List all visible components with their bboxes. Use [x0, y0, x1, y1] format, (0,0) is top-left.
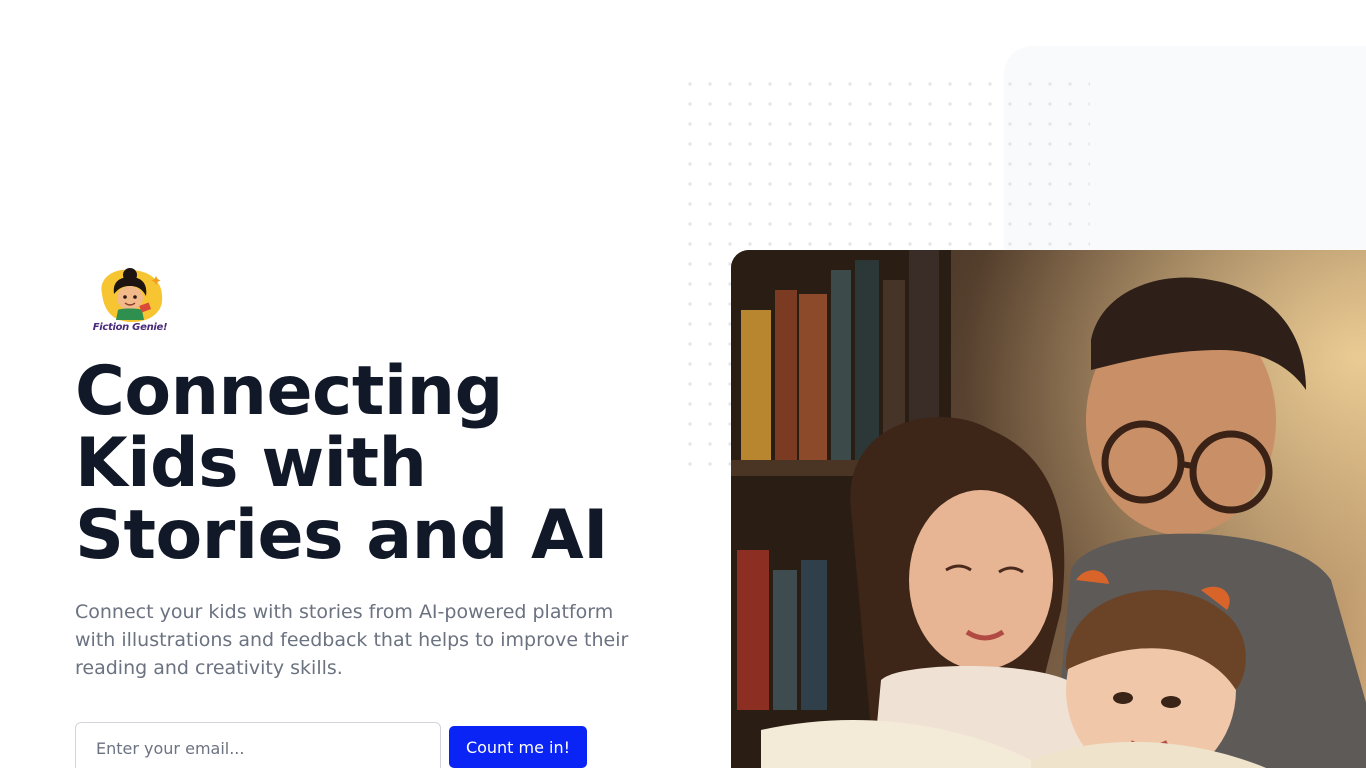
landing-page: Fiction Genie! Connecting Kids with Stor… [0, 0, 1366, 768]
brand-name: Fiction Genie! [92, 322, 168, 333]
genie-girl-logo-icon [101, 268, 163, 322]
hero-headline: Connecting Kids with Stories and AI [75, 352, 608, 575]
count-me-in-button[interactable]: Count me in! [449, 726, 587, 768]
hero-subtext: Connect your kids with stories from AI-p… [75, 601, 629, 679]
email-input[interactable] [75, 722, 441, 768]
family-reading-image [731, 250, 1366, 768]
family-reading-illustration [731, 250, 1366, 768]
brand-logo[interactable]: Fiction Genie! [92, 264, 168, 338]
